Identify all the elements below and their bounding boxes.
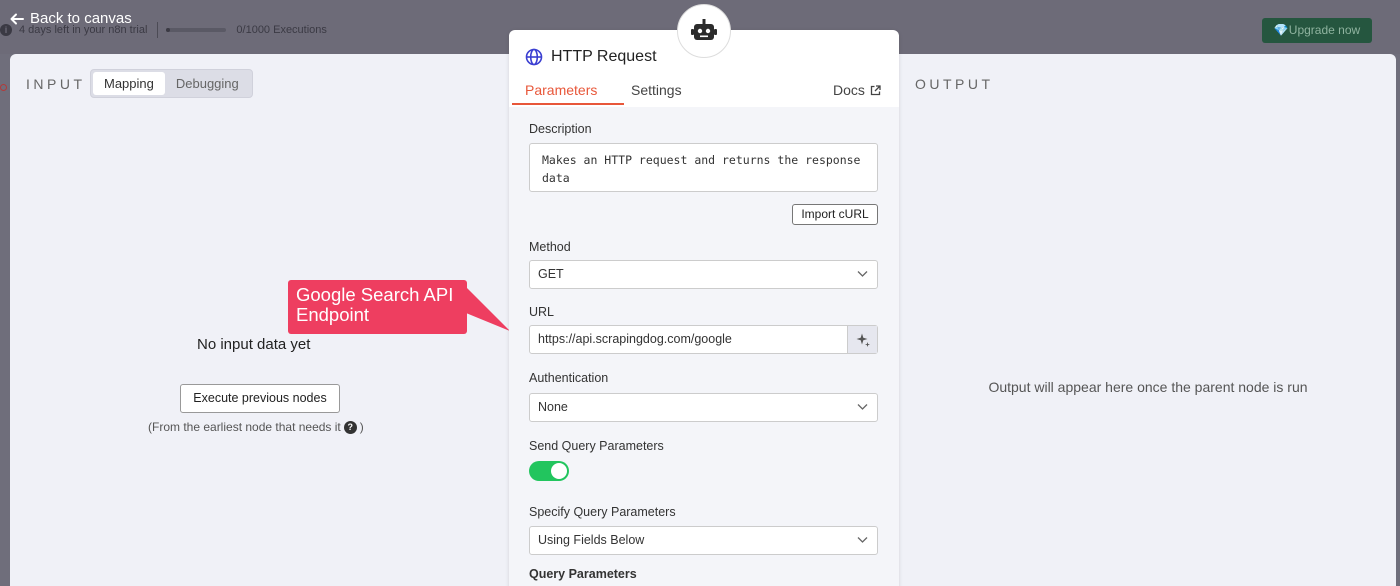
node-title-label[interactable]: HTTP Request (551, 48, 657, 66)
method-label: Method (529, 240, 571, 254)
docs-label: Docs (833, 82, 865, 98)
upgrade-label: Upgrade now (1288, 23, 1361, 37)
specify-query-select[interactable]: Using Fields Below (529, 526, 878, 555)
globe-icon (525, 48, 543, 66)
specify-query-label: Specify Query Parameters (529, 505, 676, 519)
annotation-arrow (466, 287, 510, 331)
node-header: HTTP Request Parameters Settings Docs (509, 30, 899, 106)
executions-text: 0/1000 Executions (236, 24, 327, 36)
tab-parameters[interactable]: Parameters (525, 82, 597, 98)
tab-settings[interactable]: Settings (631, 82, 682, 98)
description-textarea[interactable]: Makes an HTTP request and returns the re… (529, 143, 878, 192)
no-input-message: No input data yet (197, 336, 311, 353)
node-title: HTTP Request (525, 48, 657, 66)
trial-status: i 4 days left in your n8n trial 0/1000 E… (0, 22, 327, 38)
output-panel-title: OUTPUT (915, 76, 994, 92)
gem-icon: 💎 (1273, 23, 1289, 37)
method-select[interactable]: GET (529, 260, 878, 289)
chevron-down-icon (857, 537, 868, 543)
annotation-callout: Google Search API Endpoint (288, 280, 467, 334)
chevron-down-icon (857, 271, 868, 277)
external-link-icon (870, 84, 881, 95)
specify-query-value: Using Fields Below (538, 533, 645, 547)
url-value: https://api.scrapingdog.com/google (538, 332, 732, 346)
execute-previous-nodes-button[interactable]: Execute previous nodes (180, 384, 340, 413)
execute-hint-close: ) (359, 420, 364, 434)
url-label: URL (529, 305, 555, 319)
parameters-form: Description Makes an HTTP request and re… (509, 107, 899, 586)
query-parameters-label: Query Parameters (529, 567, 637, 581)
description-label: Description (529, 122, 592, 136)
send-query-label: Send Query Parameters (529, 439, 664, 453)
executions-progress-bar (166, 28, 227, 32)
sparkle-icon (856, 333, 870, 347)
input-panel-title: INPUT (26, 76, 86, 92)
authentication-select[interactable]: None (529, 393, 878, 422)
import-curl-button[interactable]: Import cURL (792, 204, 878, 225)
tab-mapping[interactable]: Mapping (93, 72, 165, 95)
http-request-node-panel: HTTP Request Parameters Settings Docs De… (509, 4, 899, 586)
expression-button[interactable] (847, 326, 877, 353)
info-icon: i (0, 24, 12, 36)
authentication-value: None (538, 400, 568, 414)
send-query-toggle[interactable] (529, 461, 569, 481)
upgrade-button[interactable]: 💎Upgrade now (1262, 18, 1372, 43)
chevron-down-icon (857, 404, 868, 410)
execute-hint: (From the earliest node that needs it ? … (148, 420, 364, 434)
divider (157, 22, 159, 38)
execute-hint-text: (From the earliest node that needs it (148, 420, 341, 434)
authentication-label: Authentication (529, 371, 609, 385)
url-input[interactable]: https://api.scrapingdog.com/google (529, 325, 878, 354)
output-empty-message: Output will appear here once the parent … (988, 379, 1308, 395)
tab-debugging[interactable]: Debugging (165, 72, 250, 95)
method-value: GET (538, 267, 564, 281)
active-tab-indicator (512, 103, 624, 105)
docs-link[interactable]: Docs (833, 82, 881, 98)
question-icon[interactable]: ? (343, 420, 357, 434)
trial-text: 4 days left in your n8n trial (19, 24, 148, 36)
canvas-node-handle (0, 84, 7, 91)
input-view-toggle: Mapping Debugging (90, 69, 253, 98)
